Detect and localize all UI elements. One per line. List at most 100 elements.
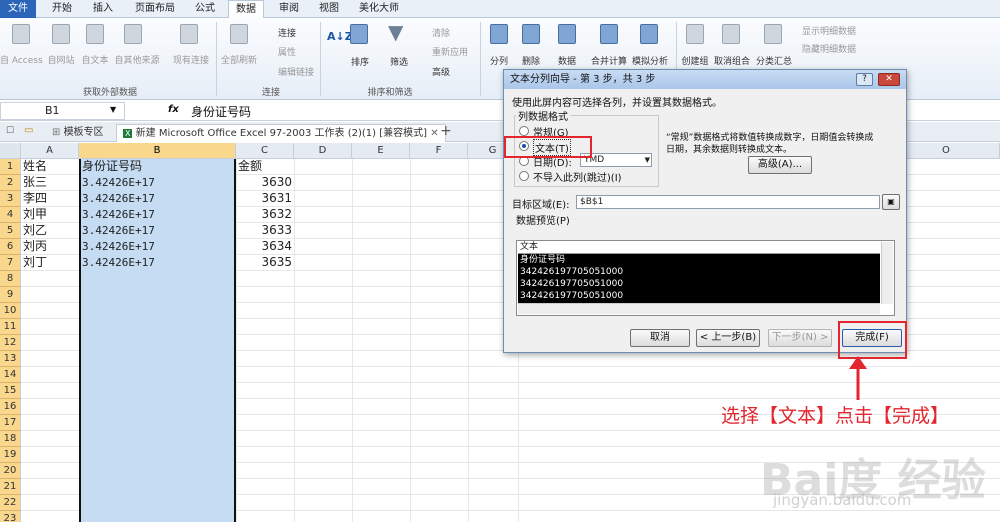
row-header[interactable]: 16	[0, 399, 21, 415]
column-header-b[interactable]: B	[79, 143, 236, 159]
tab-file[interactable]: 文件	[0, 0, 36, 18]
row-header[interactable]: 2	[0, 175, 21, 191]
connections-button[interactable]: 连接	[278, 26, 296, 39]
row-header[interactable]: 4	[0, 207, 21, 223]
column-header-a[interactable]: A	[21, 143, 79, 159]
reapply-button[interactable]: 重新应用	[432, 45, 468, 58]
row-header[interactable]: 19	[0, 447, 21, 463]
remove-duplicates-button[interactable]: 删除	[518, 54, 544, 67]
row-header[interactable]: 12	[0, 335, 21, 351]
cell-a5[interactable]: 刘乙	[23, 223, 47, 239]
what-if-analysis-button[interactable]: 模拟分析	[630, 54, 670, 67]
from-text-button[interactable]: 自文本	[78, 53, 112, 66]
row-header[interactable]: 13	[0, 351, 21, 367]
tab-data[interactable]: 数据	[228, 0, 264, 19]
advanced-filter-button[interactable]: 高级	[432, 65, 450, 78]
row-header[interactable]: 20	[0, 463, 21, 479]
row-header[interactable]: 15	[0, 383, 21, 399]
existing-connections-button[interactable]: 现有连接	[170, 53, 212, 66]
consolidate-button[interactable]: 合并计算	[589, 54, 629, 67]
row-header[interactable]: 22	[0, 495, 21, 511]
sort-az-icon[interactable]: A↓Z	[327, 30, 353, 43]
cell-c6[interactable]: 3634	[236, 239, 292, 255]
fx-icon[interactable]: fx	[168, 104, 179, 115]
tab-home[interactable]: 开始	[45, 0, 79, 18]
cell-a3[interactable]: 李四	[23, 191, 47, 207]
folder-icon[interactable]: ▭	[24, 125, 33, 136]
show-detail-button[interactable]: 显示明细数据	[802, 24, 856, 37]
cell-c4[interactable]: 3632	[236, 207, 292, 223]
home-icon[interactable]: ☐	[6, 126, 14, 136]
clear-filter-button[interactable]: 清除	[432, 26, 450, 39]
cell-c7[interactable]: 3635	[236, 255, 292, 271]
row-header[interactable]: 11	[0, 319, 21, 335]
ungroup-button[interactable]: 取消组合	[712, 54, 752, 67]
edit-links-button[interactable]: 编辑链接	[278, 65, 314, 78]
column-header-d[interactable]: D	[294, 143, 352, 159]
preview-column-body[interactable]: 身份证号码 342426197705051000 342426197705051…	[518, 254, 880, 303]
cell-c5[interactable]: 3633	[236, 223, 292, 239]
preview-horizontal-scrollbar[interactable]	[518, 303, 880, 314]
from-other-sources-button[interactable]: 自其他来源	[112, 53, 162, 66]
cell-b6[interactable]: 3.42426E+17	[82, 239, 155, 255]
select-all-corner[interactable]	[0, 143, 21, 159]
cancel-button[interactable]: 取消	[630, 329, 690, 347]
row-header[interactable]: 21	[0, 479, 21, 495]
tab-page-layout[interactable]: 页面布局	[128, 0, 182, 18]
column-header-e[interactable]: E	[352, 143, 410, 159]
sort-button[interactable]: 排序	[346, 55, 374, 68]
cell-c3[interactable]: 3631	[236, 191, 292, 207]
cell-b1[interactable]: 身份证号码	[82, 159, 142, 175]
workbook-tab-templates[interactable]: ⊞ 模板专区	[46, 124, 110, 142]
from-access-button[interactable]: 自 Access	[0, 53, 43, 66]
cell-b7[interactable]: 3.42426E+17	[82, 255, 155, 271]
data-validation-button[interactable]: 数据	[553, 54, 581, 67]
row-header[interactable]: 5	[0, 223, 21, 239]
group-button[interactable]: 创建组	[680, 54, 710, 67]
tab-formulas[interactable]: 公式	[188, 0, 222, 18]
cell-c1[interactable]: 金额	[238, 159, 262, 175]
text-to-columns-button[interactable]: 分列	[486, 54, 512, 67]
tab-review[interactable]: 审阅	[272, 0, 306, 18]
name-box-dropdown-icon[interactable]: ▼	[110, 105, 116, 114]
cell-a1[interactable]: 姓名	[23, 159, 47, 175]
target-input[interactable]: $B$1	[576, 195, 880, 209]
row-header[interactable]: 1	[0, 159, 21, 175]
workbook-tab-active[interactable]: X 新建 Microsoft Office Excel 97-2003 工作表 …	[116, 124, 446, 142]
range-picker-icon[interactable]: ▣	[882, 194, 900, 210]
add-tab-icon[interactable]: +	[440, 123, 452, 139]
name-box[interactable]: B1	[0, 102, 125, 120]
cell-a6[interactable]: 刘丙	[23, 239, 47, 255]
tab-beautify[interactable]: 美化大师	[352, 0, 406, 18]
row-header[interactable]: 14	[0, 367, 21, 383]
general-radio[interactable]	[519, 126, 529, 136]
advanced-button[interactable]: 高级(A)...	[748, 156, 812, 174]
row-header[interactable]: 7	[0, 255, 21, 271]
data-preview[interactable]: 文本 身份证号码 342426197705051000 342426197705…	[516, 240, 895, 316]
row-header[interactable]: 3	[0, 191, 21, 207]
formula-input[interactable]: 身份证号码	[191, 103, 251, 120]
skip-radio[interactable]	[519, 171, 529, 181]
refresh-all-button[interactable]: 全部刷新	[218, 53, 260, 66]
row-header[interactable]: 8	[0, 271, 21, 287]
preview-vertical-scrollbar[interactable]	[881, 242, 893, 304]
preview-column-header[interactable]: 文本	[518, 242, 880, 254]
close-icon[interactable]: ✕	[878, 73, 900, 86]
filter-button[interactable]: 筛选	[384, 55, 414, 68]
cell-b4[interactable]: 3.42426E+17	[82, 207, 155, 223]
cell-b2[interactable]: 3.42426E+17	[82, 175, 155, 191]
column-header-c[interactable]: C	[236, 143, 294, 159]
row-header[interactable]: 6	[0, 239, 21, 255]
subtotal-button[interactable]: 分类汇总	[754, 54, 794, 67]
help-button[interactable]: ?	[856, 73, 873, 86]
cell-b3[interactable]: 3.42426E+17	[82, 191, 155, 207]
tab-view[interactable]: 视图	[312, 0, 346, 18]
cell-a2[interactable]: 张三	[23, 175, 47, 191]
column-header-f[interactable]: F	[410, 143, 468, 159]
row-header[interactable]: 23	[0, 511, 21, 522]
properties-button[interactable]: 属性	[278, 45, 296, 58]
row-header[interactable]: 9	[0, 287, 21, 303]
from-web-button[interactable]: 自网站	[44, 53, 78, 66]
cell-a7[interactable]: 刘丁	[23, 255, 47, 271]
skip-label[interactable]: 不导入此列(跳过)(I)	[533, 169, 622, 184]
